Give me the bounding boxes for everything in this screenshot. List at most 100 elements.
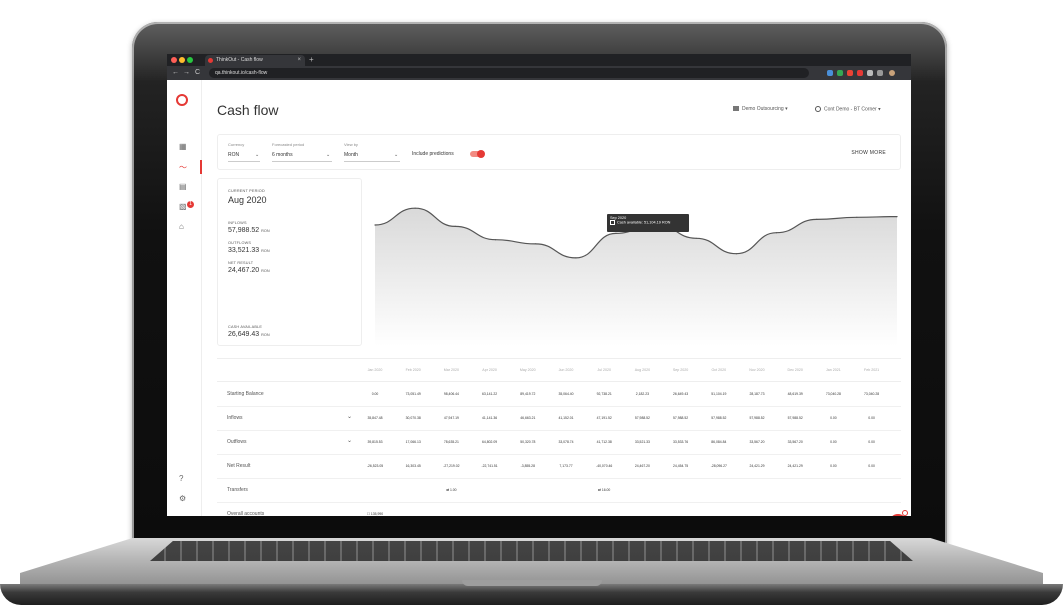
laptop-keyboard — [150, 541, 913, 561]
profile-avatar[interactable] — [889, 70, 895, 76]
help-icon[interactable]: ? — [179, 474, 183, 483]
table-cell: 51,104.19 — [711, 392, 727, 396]
table-cell: 57,988.52 — [634, 416, 650, 420]
table-cell: -28,096.27 — [710, 464, 727, 468]
window-maximize-dot[interactable] — [187, 57, 193, 63]
documents-icon[interactable]: ▤ — [179, 182, 187, 191]
url-field[interactable]: qa.thinkout.io/cash-flow — [209, 68, 809, 78]
table-cell: ☐ 135,990 — [366, 512, 384, 516]
table-cell: -40,070.46 — [596, 464, 613, 468]
account-selector[interactable]: Cont Demo - BT Corner ▾ — [815, 106, 881, 112]
expand-chevron-icon[interactable]: ⌄ — [347, 437, 352, 444]
data-point[interactable] — [575, 257, 577, 259]
table-cell: 0.00 — [830, 464, 837, 468]
column-header: Jul 2020 — [597, 368, 611, 372]
invoices-icon[interactable]: ▧ — [179, 202, 187, 211]
table-cell: 0.00 — [868, 416, 875, 420]
viewby-label: View by — [344, 142, 358, 147]
data-point[interactable] — [535, 243, 537, 245]
browser-tab[interactable]: ThinkOut - Cash flow × — [205, 55, 305, 66]
row-label: Starting Balance — [227, 391, 264, 397]
sidebar-active-indicator — [200, 160, 202, 174]
table-cell: 46,663.21 — [520, 416, 536, 420]
table-cell: 35,064.40 — [558, 392, 574, 396]
data-point[interactable] — [615, 232, 617, 234]
data-point[interactable] — [454, 225, 456, 227]
notification-badge: 1 — [187, 201, 194, 208]
reload-icon[interactable]: C — [195, 66, 200, 80]
chevron-down-icon[interactable]: ⌄ — [326, 152, 330, 158]
extension-icon[interactable] — [847, 70, 853, 76]
window-close-dot[interactable] — [171, 57, 177, 63]
organization-selector[interactable]: Demo Outsourcing ▾ — [733, 106, 788, 112]
table-cell: 39,815.53 — [367, 440, 383, 444]
app-logo[interactable] — [176, 94, 188, 106]
cashflow-chart[interactable] — [363, 178, 901, 346]
window-minimize-dot[interactable] — [179, 57, 185, 63]
data-point[interactable] — [735, 253, 737, 255]
table-row[interactable]: Outflows ⌄ 39,815.53 17,066.13 78,635.21 64,8… — [217, 430, 901, 455]
table-cell: -22,741.51 — [481, 464, 498, 468]
chevron-down-icon[interactable]: ⌄ — [394, 152, 398, 158]
period-select[interactable]: 6 months — [272, 152, 293, 158]
extension-icon[interactable] — [837, 70, 843, 76]
show-more-button[interactable]: SHOW MORE — [851, 150, 886, 156]
table-cell: 33,078.74 — [558, 440, 574, 444]
table-cell: 30,070.38 — [405, 416, 421, 420]
table-cell: ⇄ 16.00 — [598, 488, 611, 492]
tab-close-icon[interactable]: × — [297, 55, 301, 66]
cashflow-icon[interactable]: 〜 — [179, 162, 187, 173]
data-point[interactable] — [896, 216, 898, 218]
data-point[interactable] — [374, 224, 376, 226]
table-cell: 26,649.43 — [673, 392, 689, 396]
data-point[interactable] — [414, 207, 416, 209]
data-point[interactable] — [856, 216, 858, 218]
extension-icon[interactable] — [867, 70, 873, 76]
tab-title: ThinkOut - Cash flow — [216, 57, 263, 63]
table-row[interactable]: Inflows ⌄ 35,847.48 30,070.38 47,947.19 41,14… — [217, 406, 901, 431]
table-row: Net Result -26,523.05 16,303.45 -27,219.02 -… — [217, 454, 901, 479]
organization-name: Demo Outsourcing ▾ — [742, 106, 788, 112]
expand-chevron-icon[interactable]: ⌄ — [347, 413, 352, 420]
table-cell: 63,141.22 — [482, 392, 498, 396]
table-cell: 57,988.52 — [673, 416, 689, 420]
dashboard-icon[interactable]: ▦ — [179, 142, 187, 151]
back-icon[interactable]: ← — [172, 66, 179, 80]
settings-icon[interactable]: ⚙ — [179, 494, 186, 503]
outflows-amount: 33,521.33 RON — [228, 247, 270, 254]
extension-icon[interactable] — [857, 70, 863, 76]
table-cell: 0.00 — [371, 392, 379, 396]
extension-icon[interactable] — [877, 70, 883, 76]
filters-panel: Currency RON ⌄ Forecasted period 6 month… — [217, 134, 901, 170]
table-cell: 0.00 — [868, 464, 875, 468]
column-header: Sep 2020 — [672, 368, 689, 372]
laptop-screen: ThinkOut - Cash flow × + ← → C qa.thinko… — [167, 54, 911, 516]
data-point[interactable] — [695, 237, 697, 239]
forward-icon[interactable]: → — [183, 66, 190, 80]
table-cell: 57,988.52 — [711, 416, 727, 420]
data-point[interactable] — [775, 232, 778, 234]
table-cell: 0.00 — [830, 416, 837, 420]
table-cell: 28,187.73 — [749, 392, 765, 396]
table-cell: 33,567.20 — [749, 440, 765, 444]
column-header: Oct 2020 — [711, 368, 727, 372]
chevron-down-icon[interactable]: ⌄ — [255, 152, 259, 158]
table-cell: 17,066.13 — [405, 440, 421, 444]
bank-icon[interactable]: ⌂ — [179, 222, 184, 231]
data-point[interactable] — [816, 218, 818, 220]
currency-select[interactable]: RON — [228, 152, 239, 158]
page-title: Cash flow — [217, 102, 279, 118]
table-cell: -27,219.02 — [443, 464, 460, 468]
predictions-toggle[interactable] — [470, 150, 485, 158]
new-tab-button[interactable]: + — [309, 54, 314, 66]
extension-icon[interactable] — [827, 70, 833, 76]
table-cell: 0.00 — [868, 440, 875, 444]
viewby-select[interactable]: Month — [344, 152, 358, 158]
column-header: Jan 2020 — [367, 368, 383, 372]
table-cell: 24,421.29 — [787, 464, 803, 468]
data-point[interactable] — [494, 239, 497, 241]
currency-unit: RON — [261, 229, 270, 233]
column-header: Aug 2020 — [634, 368, 651, 372]
table-cell: 24,421.29 — [749, 464, 765, 468]
column-header: Apr 2020 — [482, 368, 497, 372]
